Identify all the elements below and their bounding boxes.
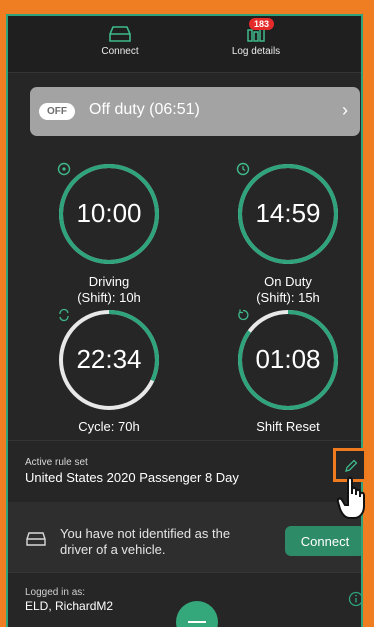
gauge-shift-reset-label: Shift Reset bbox=[218, 419, 358, 435]
nav-log-label: Log details bbox=[231, 46, 281, 57]
gauge-cycle-value: 22:34 bbox=[76, 344, 142, 374]
rule-set-value: United States 2020 Passenger 8 Day bbox=[25, 470, 239, 485]
logged-in-user: ELD, RichardM2 bbox=[25, 599, 114, 613]
menu-icon bbox=[188, 621, 206, 623]
nav-connect[interactable]: Connect bbox=[80, 24, 160, 57]
clock-icon bbox=[236, 162, 250, 176]
vehicle-message: You have not identified as the driver of… bbox=[60, 526, 231, 557]
gauge-cycle-label: Cycle: 70h bbox=[39, 419, 179, 435]
duty-status-bar[interactable]: OFF Off duty (06:51) › bbox=[30, 87, 360, 136]
nav-connect-label: Connect bbox=[101, 46, 139, 57]
gauge-shift-reset[interactable]: 01:08 bbox=[236, 308, 340, 412]
gauge-driving[interactable]: 10:00 bbox=[57, 162, 161, 266]
gauge-shift-reset-label-line1: Shift Reset bbox=[256, 419, 320, 434]
top-nav: Connect 183 Log details bbox=[8, 16, 361, 73]
gauge-on-duty-value: 14:59 bbox=[255, 198, 321, 228]
chevron-right-icon: › bbox=[342, 100, 348, 120]
gauge-cycle[interactable]: 22:34 bbox=[57, 308, 161, 412]
car-icon bbox=[26, 532, 46, 546]
app-frame: Connect 183 Log details OFF Off duty (06… bbox=[6, 14, 363, 627]
connect-vehicle-button[interactable]: Connect bbox=[285, 526, 361, 556]
gauge-driving-label-line1: Driving bbox=[88, 274, 130, 289]
cycle-icon bbox=[59, 308, 69, 322]
gauge-driving-label: Driving (Shift): 10h bbox=[39, 274, 179, 306]
nav-log-details[interactable]: 183 Log details bbox=[216, 18, 296, 57]
log-count-badge: 183 bbox=[249, 18, 275, 30]
main-menu-fab[interactable] bbox=[176, 601, 218, 627]
gauge-on-duty[interactable]: 14:59 bbox=[236, 162, 340, 266]
gauge-on-duty-label-line2: (Shift): 15h bbox=[256, 290, 320, 305]
hand-cursor-icon bbox=[336, 476, 365, 519]
pencil-icon bbox=[345, 459, 358, 472]
reset-icon bbox=[238, 309, 249, 321]
gauge-shift-reset-value: 01:08 bbox=[255, 344, 321, 374]
steering-wheel-icon bbox=[57, 162, 71, 176]
duty-status-text: Off duty (06:51) bbox=[89, 101, 200, 118]
gauge-driving-value: 10:00 bbox=[76, 198, 142, 228]
gauge-on-duty-label: On Duty (Shift): 15h bbox=[218, 274, 358, 306]
rule-set-caption: Active rule set bbox=[25, 457, 88, 468]
divider bbox=[8, 440, 361, 441]
logged-in-caption: Logged in as: bbox=[25, 587, 86, 598]
car-icon bbox=[109, 26, 131, 42]
info-icon[interactable] bbox=[348, 591, 363, 607]
duty-status-pill: OFF bbox=[39, 103, 75, 120]
gauge-cycle-label-line1: Cycle: 70h bbox=[78, 419, 140, 434]
divider bbox=[8, 572, 361, 573]
gauge-on-duty-label-line1: On Duty bbox=[264, 274, 312, 289]
gauge-driving-label-line2: (Shift): 10h bbox=[77, 290, 141, 305]
